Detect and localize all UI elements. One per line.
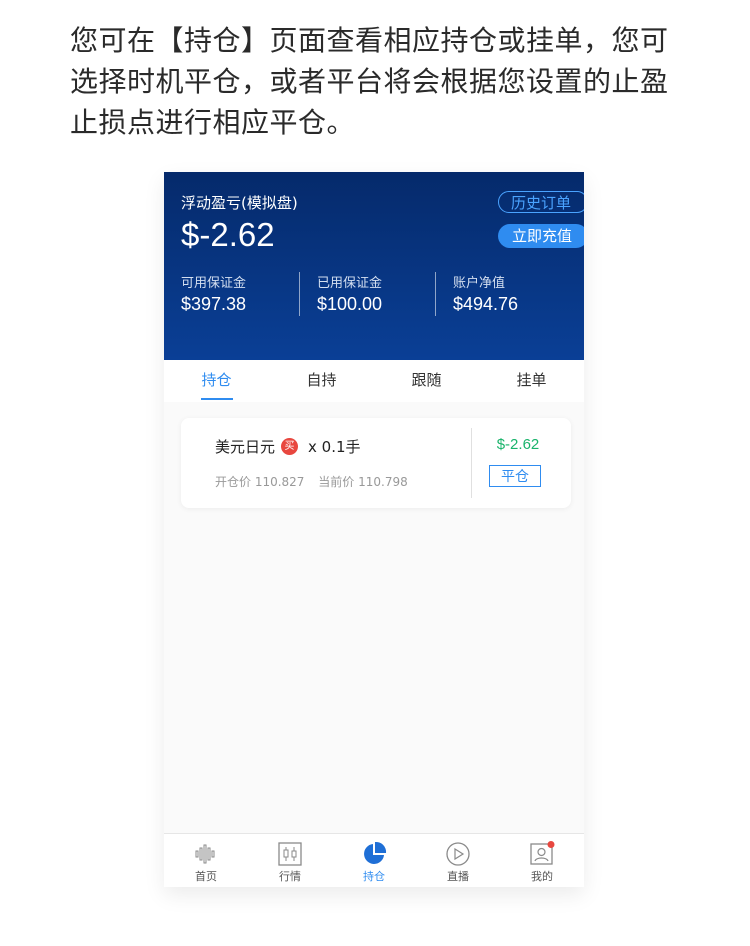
floating-pnl-value: $-2.62: [181, 216, 275, 253]
position-card: 美元日元 买 x 0.1手 开仓价 110.827 当前价 110.798 $-…: [181, 418, 571, 508]
stat-divider: [299, 272, 300, 316]
account-equity-value: $494.76: [453, 294, 519, 314]
nav-profile-label: 我的: [531, 870, 553, 883]
account-header: 浮动盈亏(模拟盘) $-2.62 历史订单 立即充值 可用保证金 $397.38…: [164, 172, 584, 360]
intro-text: 您可在【持仓】页面查看相应持仓或挂单，您可选择时机平仓，或者平台将会根据您设置的…: [70, 24, 669, 139]
account-equity: 账户净值 $494.76: [453, 272, 518, 315]
used-margin: 已用保证金 $100.00: [317, 272, 382, 315]
stat-divider: [435, 272, 436, 316]
instrument-name: 美元日元: [215, 438, 276, 456]
position-tabs: 持仓 自持 跟随 挂单: [164, 360, 584, 402]
used-margin-value: $100.00: [317, 294, 383, 314]
price-row: 开仓价 110.827 当前价 110.798: [215, 473, 408, 490]
nav-home[interactable]: 首页: [164, 834, 248, 887]
available-margin-label: 可用保证金: [181, 276, 247, 291]
notification-dot: [547, 841, 555, 848]
phone-screen: 浮动盈亏(模拟盘) $-2.62 历史订单 立即充值 可用保证金 $397.38…: [164, 172, 584, 887]
nav-live-label: 直播: [447, 870, 469, 883]
current-price: 当前价 110.798: [318, 475, 408, 489]
nav-profile[interactable]: 我的: [500, 834, 584, 887]
pie-chart-icon: [364, 841, 387, 864]
history-orders-button[interactable]: 历史订单: [498, 191, 584, 213]
bottom-nav: 首页 行情 持仓 直播 我的: [164, 833, 584, 887]
account-equity-label: 账户净值: [453, 276, 506, 291]
tab-following[interactable]: 跟随: [374, 360, 479, 402]
floating-pnl-label: 浮动盈亏(模拟盘): [181, 194, 298, 212]
available-margin: 可用保证金 $397.38: [181, 272, 246, 315]
nav-live[interactable]: 直播: [416, 834, 500, 887]
nav-market[interactable]: 行情: [248, 834, 332, 887]
play-icon: [446, 842, 470, 866]
tab-self-held[interactable]: 自持: [269, 360, 374, 402]
recharge-button[interactable]: 立即充值: [498, 224, 584, 248]
buy-badge: 买: [281, 438, 299, 455]
instrument-row: 美元日元 买 x 0.1手: [215, 436, 361, 457]
open-price: 开仓价 110.827: [215, 475, 305, 489]
position-pnl: $-2.62: [496, 436, 540, 453]
used-margin-label: 已用保证金: [317, 276, 383, 291]
nav-positions-label: 持仓: [363, 870, 385, 883]
candlestick-icon: [278, 842, 302, 866]
profile-icon: [530, 841, 555, 865]
available-margin-value: $397.38: [181, 294, 247, 314]
tab-positions[interactable]: 持仓: [164, 360, 269, 402]
tab-pending-orders[interactable]: 挂单: [479, 360, 584, 402]
close-position-button[interactable]: 平仓: [489, 465, 541, 487]
nav-home-label: 首页: [195, 870, 217, 883]
lot-size: x 0.1手: [308, 438, 361, 456]
waveform-icon: [195, 844, 215, 864]
nav-positions[interactable]: 持仓: [332, 834, 416, 887]
card-divider: [471, 428, 472, 498]
nav-market-label: 行情: [279, 870, 301, 883]
